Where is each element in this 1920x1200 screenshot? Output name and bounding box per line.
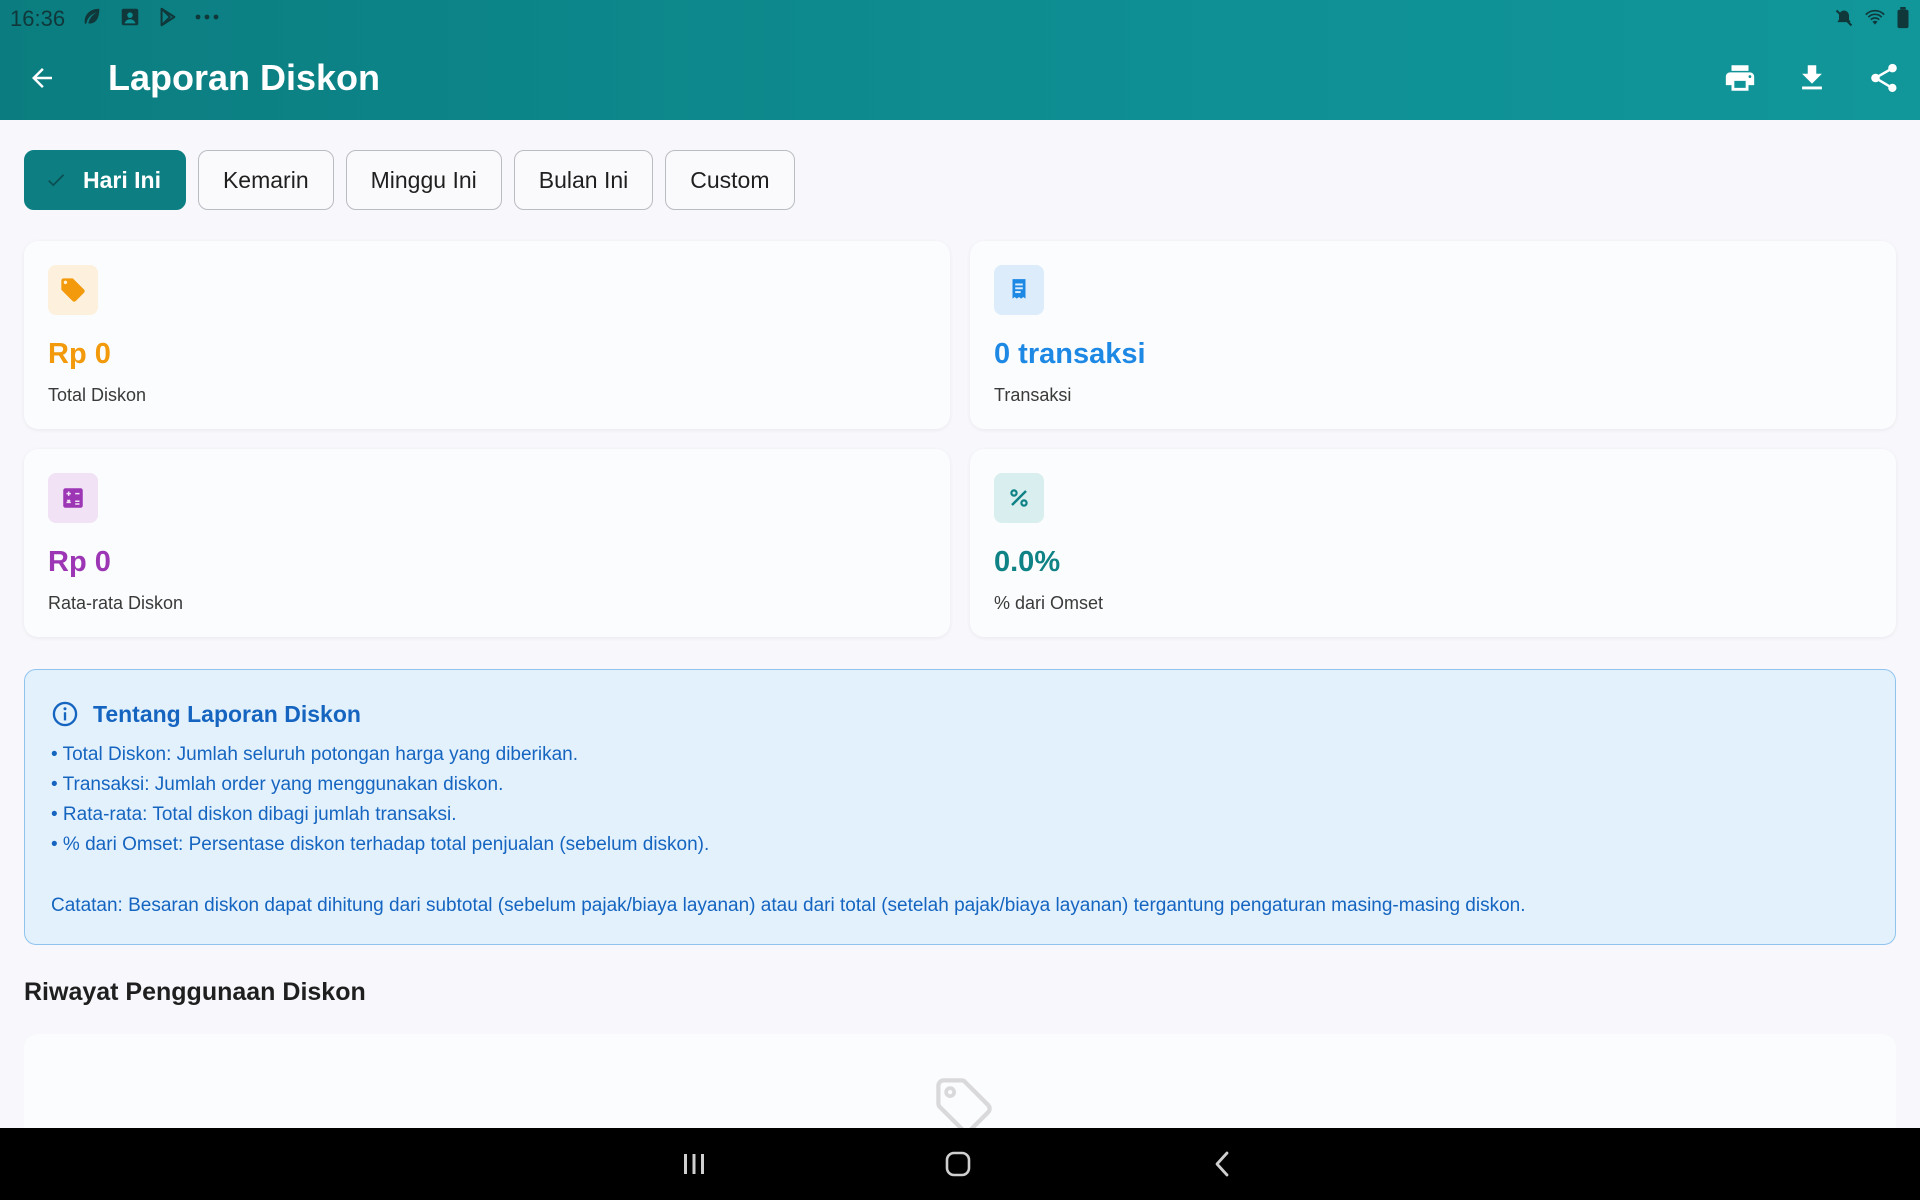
chip-label: Minggu Ini	[370, 166, 477, 193]
info-note: Catatan: Besaran diskon dapat dihitung d…	[51, 895, 1526, 916]
back-button[interactable]	[20, 56, 64, 100]
status-icons-left	[80, 6, 220, 33]
info-header: Tentang Laporan Diskon	[51, 700, 361, 728]
stat-value: Rp 0	[48, 546, 111, 578]
info-lines: • Total Diskon: Jumlah seluruh potongan …	[51, 740, 709, 860]
stat-value: 0.0%	[994, 546, 1061, 578]
mute-icon	[1834, 8, 1854, 33]
stat-label: Transaksi	[994, 385, 1072, 405]
percent-icon	[994, 473, 1044, 523]
print-button[interactable]	[1718, 56, 1762, 100]
stat-card-total-diskon: Rp 0 Total Diskon	[24, 241, 950, 429]
app-bar: Laporan Diskon	[0, 36, 1920, 120]
chip-minggu-ini[interactable]: Minggu Ini	[345, 150, 502, 210]
home-button[interactable]	[928, 1142, 988, 1186]
chip-bulan-ini[interactable]: Bulan Ini	[513, 150, 654, 210]
receipt-icon	[994, 265, 1044, 315]
chip-kemarin[interactable]: Kemarin	[197, 150, 334, 210]
chip-label: Kemarin	[222, 166, 309, 193]
stat-label: Rata-rata Diskon	[48, 593, 184, 613]
check-icon	[45, 169, 67, 191]
date-filter-chips: Hari Ini Kemarin Minggu Ini Bulan Ini Cu…	[24, 150, 795, 210]
chip-hari-ini[interactable]: Hari Ini	[24, 150, 186, 210]
back-nav-icon	[1215, 1151, 1229, 1177]
download-icon	[1802, 65, 1822, 90]
stat-value: Rp 0	[48, 338, 111, 370]
status-icons-right	[1834, 7, 1910, 34]
tag-icon	[48, 265, 98, 315]
print-icon	[1725, 65, 1755, 91]
info-icon	[52, 701, 78, 727]
info-box: Tentang Laporan Diskon • Total Diskon: J…	[24, 669, 1896, 945]
chip-label: Bulan Ini	[538, 166, 629, 193]
wifi-icon	[1864, 8, 1886, 33]
history-panel	[24, 1034, 1896, 1134]
arrow-left-icon	[32, 68, 52, 88]
play-store-icon	[156, 6, 180, 33]
recents-button[interactable]	[664, 1142, 724, 1186]
info-line: • Total Diskon: Jumlah seluruh potongan …	[51, 744, 579, 765]
app-header: 16:36 Laporan Diskon	[0, 0, 1920, 120]
calculator-icon	[48, 473, 98, 523]
share-icon	[1871, 63, 1897, 93]
chip-custom[interactable]: Custom	[665, 150, 795, 210]
battery-icon	[1896, 7, 1910, 34]
stat-label: Total Diskon	[48, 385, 147, 405]
info-line: • Rata-rata: Total diskon dibagi jumlah …	[51, 804, 457, 825]
photo-icon	[118, 6, 142, 33]
info-title: Tentang Laporan Diskon	[93, 700, 361, 727]
leaf-icon	[80, 6, 104, 33]
chip-label: Custom	[690, 166, 770, 193]
history-section-title: Riwayat Penggunaan Diskon	[24, 978, 366, 1006]
more-dots-icon	[194, 6, 220, 33]
info-line: • Transaksi: Jumlah order yang menggunak…	[51, 774, 504, 795]
back-nav-button[interactable]	[1192, 1142, 1252, 1186]
info-line: • % dari Omset: Persentase diskon terhad…	[51, 834, 710, 855]
stat-label: % dari Omset	[994, 593, 1104, 613]
stat-card-transaksi: 0 transaksi Transaksi	[970, 241, 1896, 429]
stat-value: 0 transaksi	[994, 338, 1146, 370]
page-title: Laporan Diskon	[108, 57, 381, 98]
download-button[interactable]	[1790, 56, 1834, 100]
share-button[interactable]	[1862, 56, 1906, 100]
system-nav-bar	[0, 1128, 1920, 1200]
stat-card-rata-rata: Rp 0 Rata-rata Diskon	[24, 449, 950, 637]
chip-label: Hari Ini	[83, 166, 161, 193]
status-time: 16:36	[10, 6, 66, 31]
recents-icon	[684, 1154, 704, 1174]
stat-card-persen-omset: 0.0% % dari Omset	[970, 449, 1896, 637]
status-bar: 16:36	[0, 0, 1920, 36]
home-icon	[945, 1151, 971, 1177]
